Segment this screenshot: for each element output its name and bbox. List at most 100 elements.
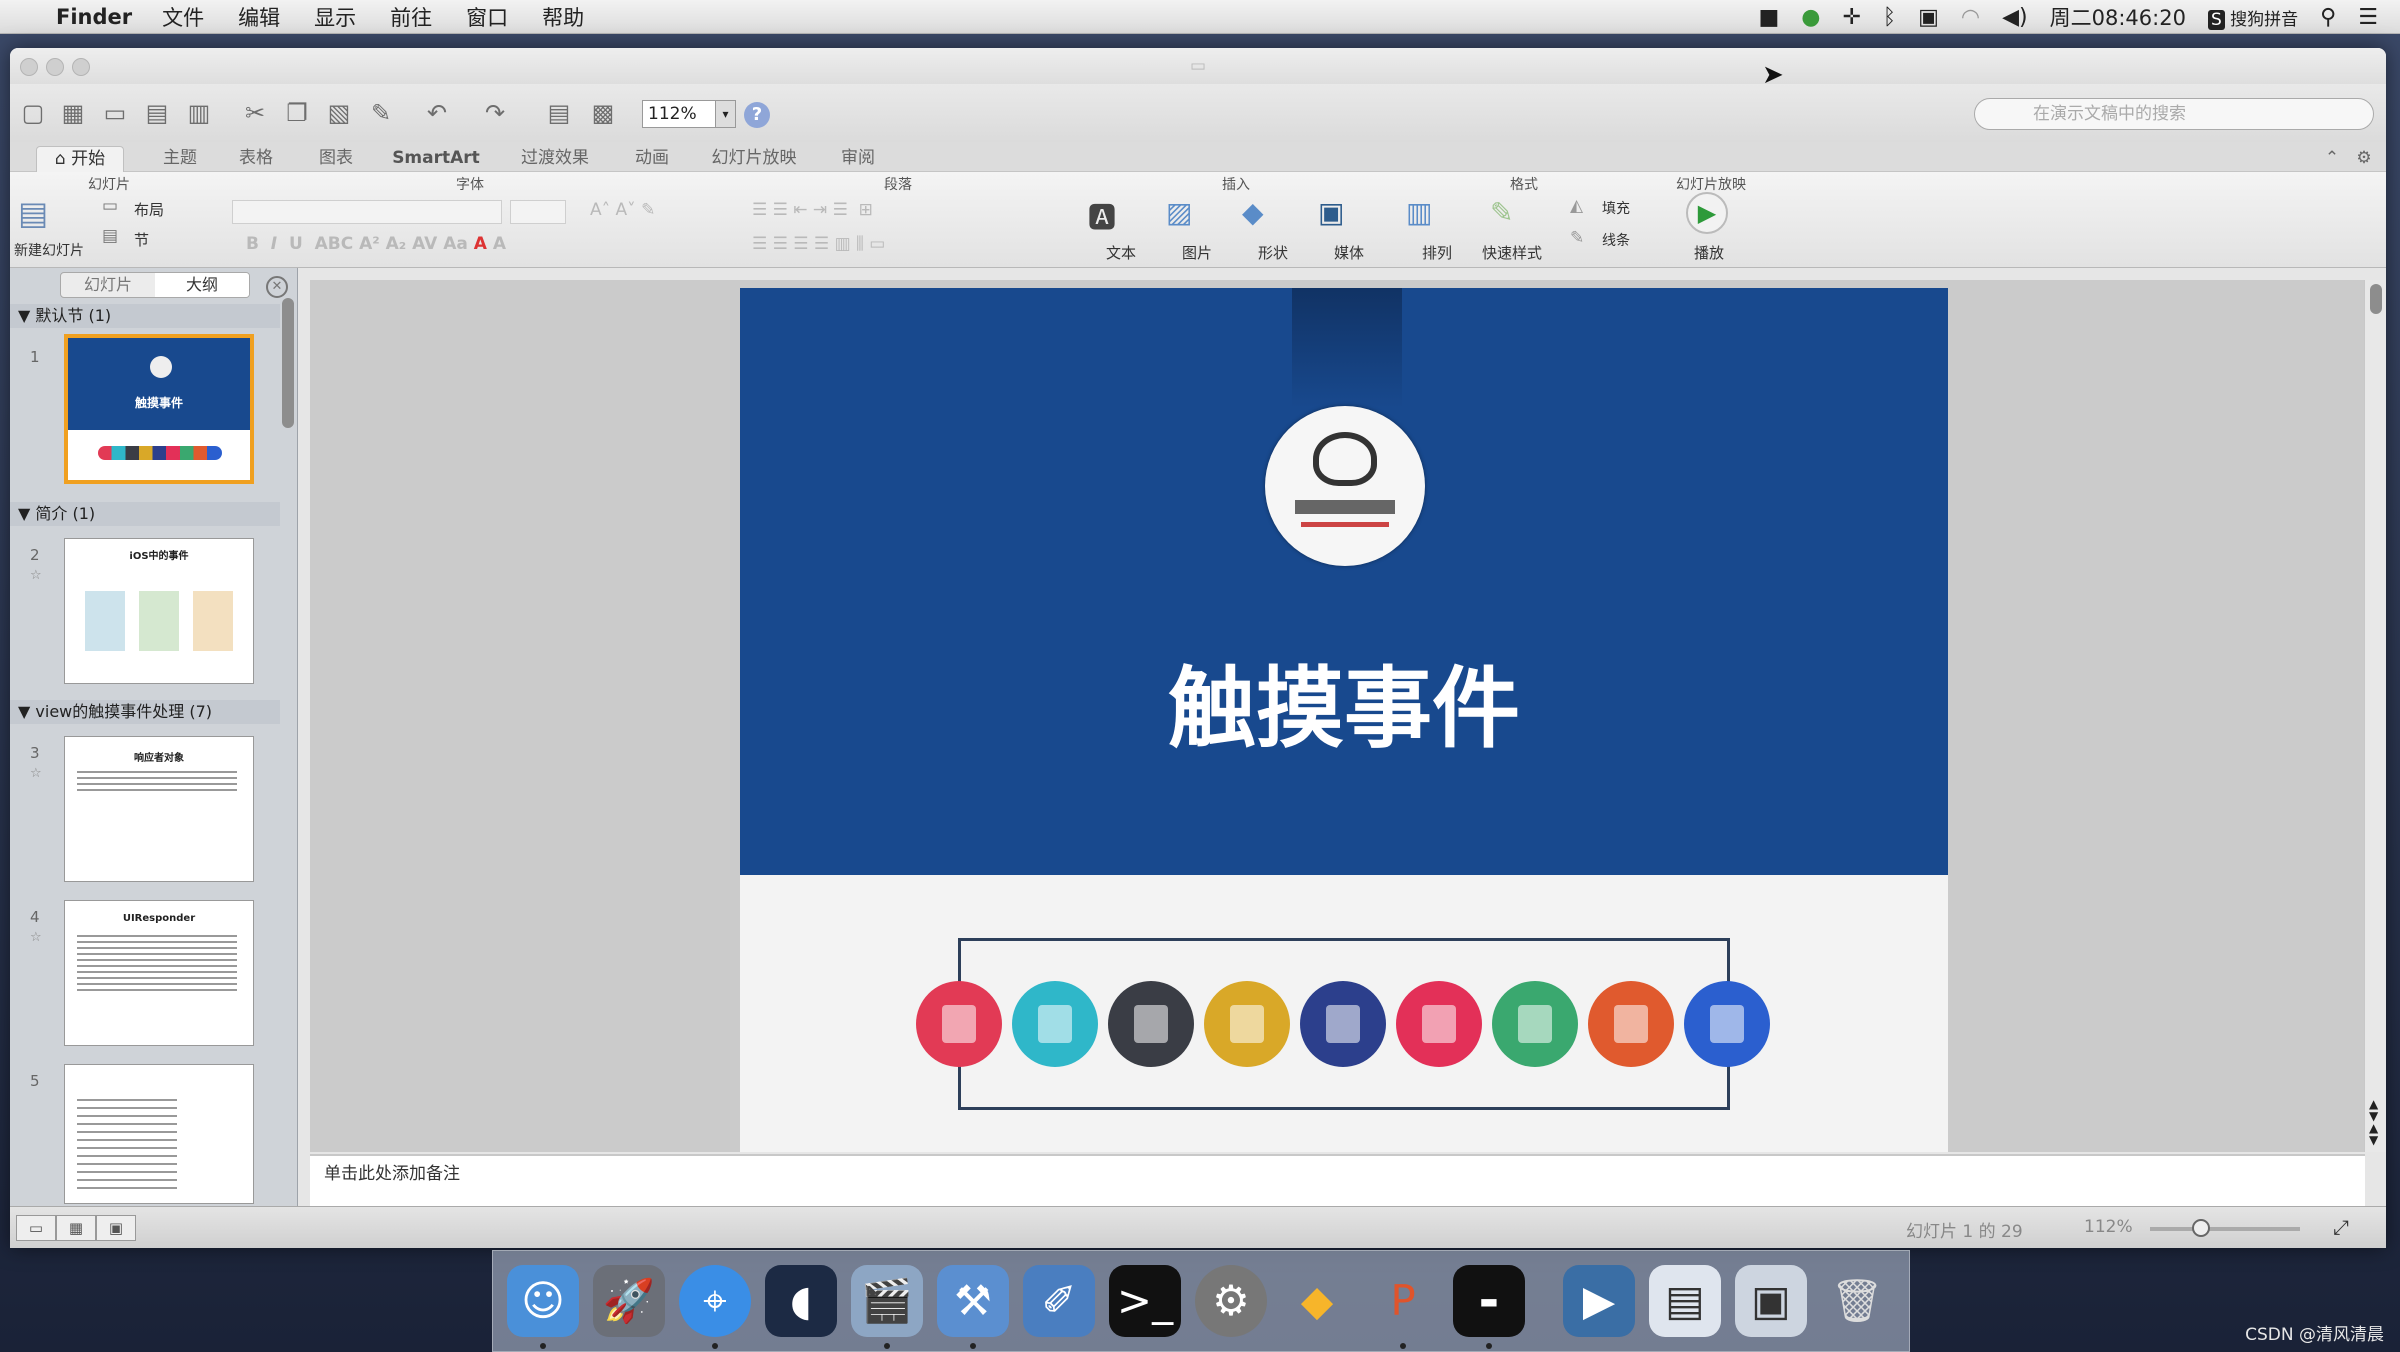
open-icon[interactable]: ▭ — [98, 96, 132, 130]
redo-icon[interactable]: ↷ — [478, 96, 512, 130]
list-icons[interactable]: ☰ ☰ ⇤ ⇥ ☰ ⊞ — [752, 200, 873, 220]
tab-outline-pane[interactable]: 大纲 — [155, 273, 249, 297]
font-size-field[interactable] — [510, 200, 566, 224]
font-name-field[interactable] — [232, 200, 502, 224]
new-slide-label[interactable]: 新建幻灯片 — [14, 240, 84, 260]
slide-thumbnail-2[interactable]: iOS中的事件 — [64, 538, 254, 684]
pane-scrollbar[interactable] — [282, 298, 294, 428]
sketch-icon[interactable]: ◆ — [1281, 1265, 1353, 1337]
font-format-icons[interactable]: B I U ABC A² A₂ AV Aa A A — [246, 234, 506, 254]
document-stack-icon[interactable]: ▤ — [1649, 1265, 1721, 1337]
instruments-icon[interactable]: ✐ — [1023, 1265, 1095, 1337]
layout-icon[interactable]: ▭ — [102, 196, 118, 216]
wifi-icon[interactable]: ◠ — [1961, 5, 1980, 30]
arrange-icon[interactable]: ▥ — [1406, 196, 1432, 229]
slide-thumbnail-4[interactable]: UIResponder — [64, 900, 254, 1046]
quicktime-icon[interactable]: ▶ — [1563, 1265, 1635, 1337]
section-header-intro[interactable]: ▼ 简介 (1) — [10, 502, 280, 526]
safari-icon[interactable]: ⌖ — [679, 1265, 751, 1337]
tab-charts[interactable]: 图表 — [306, 146, 366, 172]
menu-app-name[interactable]: Finder — [56, 5, 132, 29]
fill-icon[interactable]: ◭ — [1570, 196, 1583, 216]
tab-home[interactable]: ⌂ 开始 — [36, 146, 124, 172]
media-icon[interactable]: ▣ — [1318, 196, 1344, 229]
line-label[interactable]: 线条 — [1602, 230, 1630, 250]
undo-icon[interactable]: ↶ — [420, 96, 454, 130]
input-method-menu[interactable]: S 搜狗拼音 — [2207, 5, 2298, 30]
zoom-dropdown-icon[interactable]: ▾ — [716, 100, 736, 128]
insert-picture-label[interactable]: 图片 — [1182, 242, 1212, 263]
paste-icon[interactable]: ▧ — [322, 96, 356, 130]
vertical-scrollbar[interactable]: ▲ ▼ ▲ ▼ — [2364, 280, 2386, 1152]
help-icon[interactable]: ? — [744, 102, 770, 128]
clock[interactable]: 周二08:46:20 — [2050, 2, 2186, 32]
tab-review[interactable]: 审阅 — [828, 146, 888, 172]
normal-view-icon[interactable]: ▭ — [16, 1215, 56, 1241]
spotlight-icon[interactable]: ⚲ — [2320, 5, 2336, 30]
lock-icon[interactable]: ▣ — [1918, 5, 1939, 30]
toolbox-icon[interactable]: ▤ — [542, 96, 576, 130]
media-browser-icon[interactable]: ▩ — [586, 96, 620, 130]
scrollbar-thumb[interactable] — [2370, 284, 2382, 314]
launchpad-icon[interactable]: 🚀 — [593, 1265, 665, 1337]
move-icon[interactable]: ✛ — [1842, 5, 1860, 30]
volume-icon[interactable]: ◀) — [2002, 5, 2028, 30]
shapes-icon[interactable]: ◆ — [1242, 196, 1264, 229]
new-icon[interactable]: ▢ — [16, 96, 50, 130]
section-header-default[interactable]: ▼ 默认节 (1) — [10, 304, 280, 328]
xcode-icon[interactable]: ⚒ — [937, 1265, 1009, 1337]
insert-shape-label[interactable]: 形状 — [1258, 242, 1288, 263]
tab-tables[interactable]: 表格 — [226, 146, 286, 172]
bluetooth-icon[interactable]: ᛒ — [1883, 5, 1896, 30]
section-button[interactable]: 节 — [134, 229, 149, 250]
menu-edit[interactable]: 编辑 — [238, 2, 280, 32]
zoom-field[interactable]: 112% — [642, 100, 716, 128]
scroll-arrows-icon[interactable]: ▲ ▼ ▲ ▼ — [2369, 1098, 2378, 1146]
format-painter-icon[interactable]: ✎ — [364, 96, 398, 130]
close-pane-icon[interactable]: ✕ — [266, 276, 288, 298]
align-icons[interactable]: ☰ ☰ ☰ ☰ ▥ ⫼ ▭ — [752, 234, 885, 254]
notes-pane[interactable]: 单击此处添加备注 — [310, 1154, 2365, 1206]
menu-help[interactable]: 帮助 — [542, 2, 584, 32]
grow-font-icon[interactable]: A˄ A˅ ✎ — [590, 200, 655, 220]
tab-slideshow[interactable]: 幻灯片放映 — [700, 146, 808, 172]
zoom-slider[interactable] — [2150, 1227, 2300, 1231]
print-icon[interactable]: ▥ — [182, 96, 216, 130]
menu-window[interactable]: 窗口 — [466, 2, 508, 32]
app-status-icon[interactable]: ● — [1801, 5, 1820, 30]
slideshow-view-icon[interactable]: ▣ — [96, 1215, 136, 1241]
copy-icon[interactable]: ❐ — [280, 96, 314, 130]
terminal-icon[interactable]: >_ — [1109, 1265, 1181, 1337]
quick-styles-label[interactable]: 快速样式 — [1482, 242, 1542, 263]
play-icon[interactable]: ▶ — [1686, 192, 1728, 234]
tab-animations[interactable]: 动画 — [622, 146, 682, 172]
arrange-label[interactable]: 排列 — [1422, 242, 1452, 263]
section-icon[interactable]: ▤ — [102, 226, 118, 246]
mouse-app-icon[interactable]: ◖ — [765, 1265, 837, 1337]
slide-thumbnail-1[interactable]: 触摸事件 — [64, 334, 254, 484]
menu-file[interactable]: 文件 — [162, 2, 204, 32]
collapse-ribbon-icon[interactable]: ⌃ — [2322, 146, 2342, 172]
fit-to-window-icon[interactable]: ⤢ — [2328, 1215, 2354, 1241]
quick-styles-icon[interactable]: ✎ — [1490, 196, 1513, 229]
powerpoint-icon[interactable]: P — [1367, 1265, 1439, 1337]
screen-record-icon[interactable]: ■ — [1758, 5, 1779, 30]
text-box-icon[interactable]: 🅰 — [1088, 196, 1116, 236]
slide-sorter-view-icon[interactable]: ▦ — [56, 1215, 96, 1241]
imovie-icon[interactable]: 🎬 — [851, 1265, 923, 1337]
new-slide-icon[interactable]: ▤ — [18, 194, 48, 232]
slide-title[interactable]: 触摸事件 — [740, 638, 1948, 765]
tab-slides-pane[interactable]: 幻灯片 — [61, 273, 155, 297]
line-icon[interactable]: ✎ — [1570, 228, 1584, 248]
fill-label[interactable]: 填充 — [1602, 198, 1630, 218]
ribbon-settings-icon[interactable]: ⚙ — [2350, 146, 2378, 172]
zoom-slider-knob[interactable] — [2192, 1219, 2210, 1237]
save-icon[interactable]: ▤ — [140, 96, 174, 130]
section-header-view-touch[interactable]: ▼ view的触摸事件处理 (7) — [10, 700, 280, 724]
title-bar[interactable]: ▭ — [10, 48, 2386, 84]
layout-button[interactable]: 布局 — [134, 199, 164, 220]
tab-smartart[interactable]: SmartArt — [384, 146, 488, 172]
gallery-icon[interactable]: ▦ — [56, 96, 90, 130]
search-input[interactable]: 在演示文稿中的搜索 — [1974, 98, 2374, 130]
trash-icon[interactable]: 🗑 — [1821, 1265, 1893, 1337]
